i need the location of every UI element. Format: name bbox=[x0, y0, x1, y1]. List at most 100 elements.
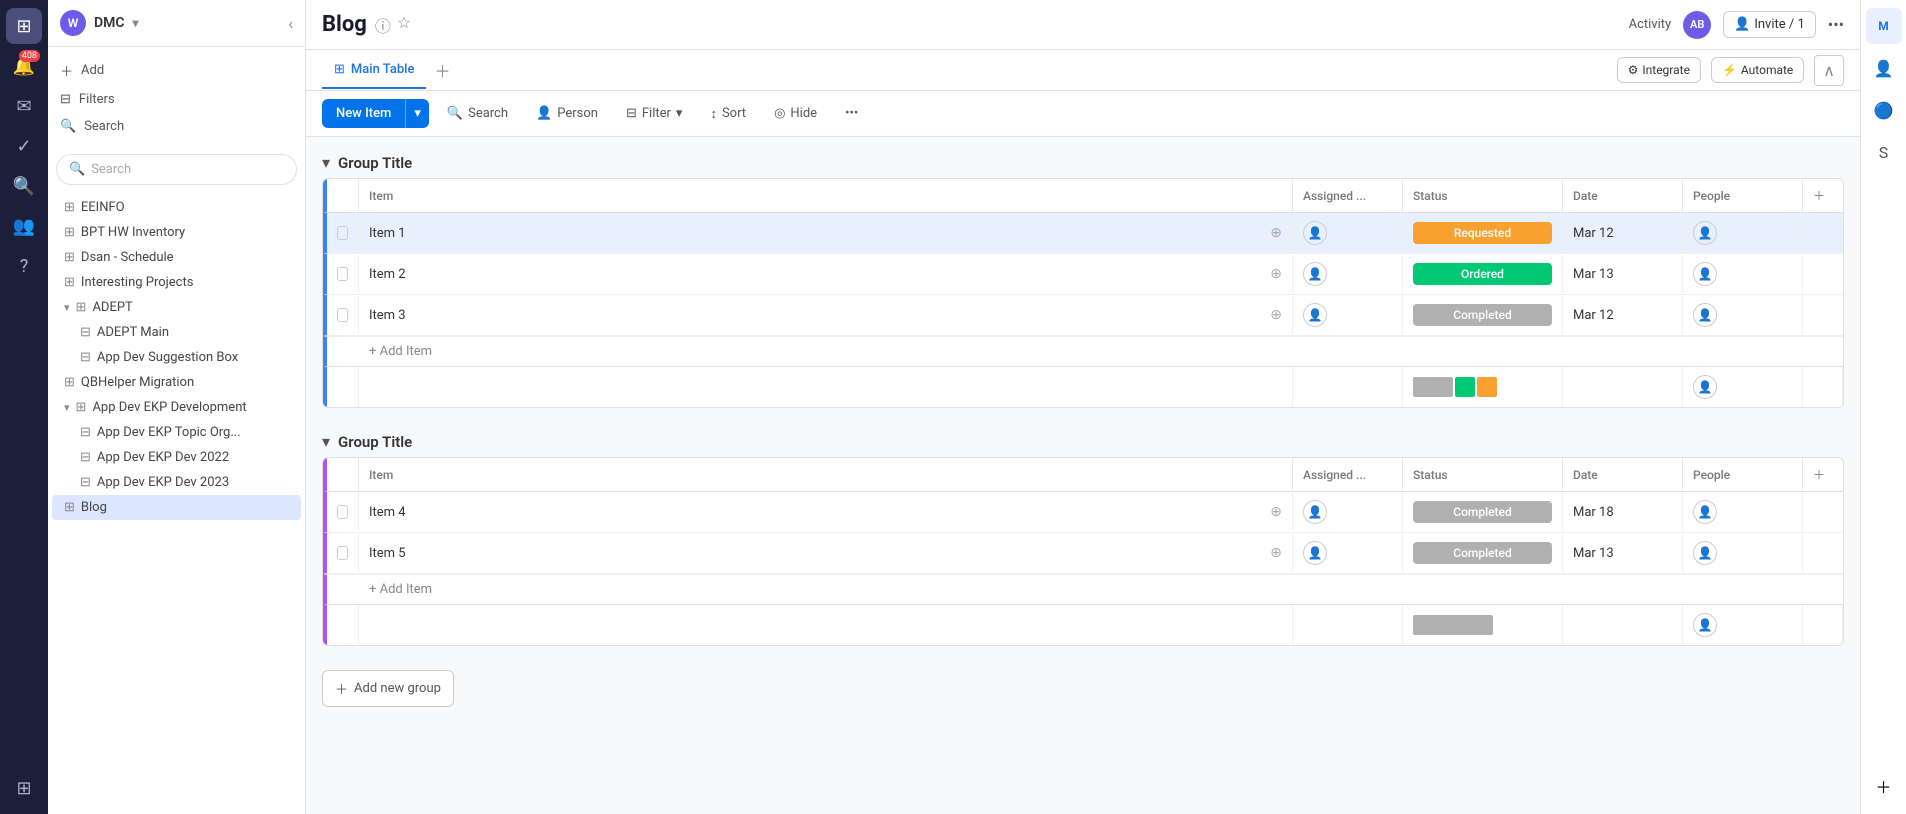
sidebar-search[interactable]: 🔍 Search bbox=[56, 154, 297, 185]
add-sub-item-icon[interactable]: ⊕ bbox=[1270, 225, 1282, 241]
group-2-title[interactable]: Group Title bbox=[338, 433, 412, 451]
sidebar-item-dsan[interactable]: ⊞ Dsan - Schedule bbox=[52, 245, 301, 270]
user-avatar[interactable]: AB bbox=[1683, 11, 1711, 39]
td-status[interactable]: Completed bbox=[1403, 534, 1563, 572]
td-date[interactable]: Mar 12 bbox=[1563, 214, 1683, 252]
td-people[interactable]: 👤 bbox=[1683, 213, 1803, 253]
new-item-button[interactable]: New Item ▾ bbox=[322, 99, 429, 128]
td-assigned[interactable]: 👤 bbox=[1293, 213, 1403, 253]
right-panel-icon-4[interactable]: S bbox=[1866, 134, 1902, 170]
star-icon[interactable]: ☆ bbox=[397, 13, 411, 37]
td-item-name[interactable]: Item 5 ⊕ bbox=[359, 534, 1293, 572]
add-item-row-2[interactable]: + Add Item bbox=[323, 574, 1843, 604]
info-icon[interactable]: ⓘ bbox=[375, 13, 391, 37]
td-people[interactable]: 👤 bbox=[1683, 295, 1803, 335]
more-options-button[interactable]: ••• bbox=[1828, 15, 1844, 34]
td-date[interactable]: Mar 12 bbox=[1563, 296, 1683, 334]
th-add-col[interactable]: ＋ bbox=[1803, 179, 1843, 212]
workspace-selector[interactable]: W DMC ▾ bbox=[60, 10, 139, 36]
person-button[interactable]: 👤 Person bbox=[526, 100, 608, 127]
rail-icon-people[interactable]: 👥 bbox=[6, 208, 42, 244]
td-checkbox[interactable] bbox=[327, 296, 359, 334]
activity-button[interactable]: Activity bbox=[1629, 17, 1672, 32]
avatar: 👤 bbox=[1303, 500, 1327, 524]
add-tab-button[interactable]: ＋ bbox=[426, 50, 458, 90]
td-date[interactable]: Mar 13 bbox=[1563, 534, 1683, 572]
th-add-col[interactable]: ＋ bbox=[1803, 458, 1843, 491]
sidebar-item-interesting[interactable]: ⊞ Interesting Projects bbox=[52, 270, 301, 295]
more-options-toolbar[interactable]: ••• bbox=[835, 100, 868, 127]
td-item-name[interactable]: Item 2 ⊕ bbox=[359, 255, 1293, 293]
td-item-name[interactable]: Item 4 ⊕ bbox=[359, 493, 1293, 531]
td-date[interactable]: Mar 13 bbox=[1563, 255, 1683, 293]
rail-icon-search[interactable]: 🔍 bbox=[6, 168, 42, 204]
sidebar-item-ekp-topic[interactable]: ⊟ App Dev EKP Topic Org... bbox=[52, 420, 301, 445]
add-sub-item-icon[interactable]: ⊕ bbox=[1270, 266, 1282, 282]
td-extra bbox=[1803, 493, 1843, 531]
td-checkbox[interactable] bbox=[327, 255, 359, 293]
sidebar-item-adept-main[interactable]: ⊟ ADEPT Main bbox=[52, 320, 301, 345]
rail-icon-home[interactable]: ⊞ bbox=[6, 8, 42, 44]
sidebar-item-blog[interactable]: ⊞ Blog bbox=[52, 495, 301, 520]
item-name-text: Item 3 bbox=[369, 308, 406, 323]
sort-button[interactable]: ↕ Sort bbox=[700, 100, 756, 128]
td-checkbox[interactable] bbox=[327, 214, 359, 252]
td-status[interactable]: Completed bbox=[1403, 296, 1563, 334]
search-button[interactable]: 🔍 Search bbox=[437, 100, 518, 127]
sidebar-item-ekp-2023[interactable]: ⊟ App Dev EKP Dev 2023 bbox=[52, 470, 301, 495]
rail-icon-inbox[interactable]: ✉ bbox=[6, 88, 42, 124]
td-people[interactable]: 👤 bbox=[1683, 254, 1803, 294]
sidebar-item-ekp-2022[interactable]: ⊟ App Dev EKP Dev 2022 bbox=[52, 445, 301, 470]
sidebar-item-adept-group[interactable]: ▾ ⊞ ADEPT bbox=[52, 295, 301, 320]
group-1-title[interactable]: Group Title bbox=[338, 154, 412, 172]
right-panel-icon-3[interactable]: 🔵 bbox=[1866, 92, 1902, 128]
rail-icon-notifications[interactable]: 🔔408 bbox=[6, 48, 42, 84]
add-item-row-1[interactable]: + Add Item bbox=[323, 336, 1843, 366]
td-assigned[interactable]: 👤 bbox=[1293, 492, 1403, 532]
td-assigned[interactable]: 👤 bbox=[1293, 295, 1403, 335]
collapse-button[interactable]: ∧ bbox=[1814, 55, 1844, 86]
sidebar-item-qbhelper[interactable]: ⊞ QBHelper Migration bbox=[52, 370, 301, 395]
tab-main-table[interactable]: ⊞ Main Table bbox=[322, 52, 426, 89]
hide-button[interactable]: ◎ Hide bbox=[764, 100, 827, 127]
add-sub-item-icon[interactable]: ⊕ bbox=[1270, 307, 1282, 323]
sidebar-item-eeinfo[interactable]: ⊞ EEINFO bbox=[52, 195, 301, 220]
td-assigned[interactable]: 👤 bbox=[1293, 254, 1403, 294]
td-people[interactable]: 👤 bbox=[1683, 533, 1803, 573]
search-action[interactable]: 🔍 Search bbox=[52, 113, 301, 140]
sidebar-item-bpt[interactable]: ⊞ BPT HW Inventory bbox=[52, 220, 301, 245]
add-sub-item-icon[interactable]: ⊕ bbox=[1270, 545, 1282, 561]
rail-icon-help[interactable]: ? bbox=[6, 248, 42, 284]
td-checkbox[interactable] bbox=[327, 493, 359, 531]
filter-button[interactable]: ⊟ Filter ▾ bbox=[616, 100, 693, 127]
add-group-icon: ＋ bbox=[335, 679, 348, 698]
td-checkbox[interactable] bbox=[327, 534, 359, 572]
td-status[interactable]: Requested bbox=[1403, 214, 1563, 252]
right-panel-icon-1[interactable]: M bbox=[1866, 8, 1902, 44]
rail-icon-grid[interactable]: ⊞ bbox=[6, 770, 42, 806]
td-people[interactable]: 👤 bbox=[1683, 492, 1803, 532]
integrate-button[interactable]: ⚙ Integrate bbox=[1617, 57, 1701, 83]
td-assigned[interactable]: 👤 bbox=[1293, 533, 1403, 573]
new-item-label: New Item bbox=[322, 99, 405, 128]
right-panel-icon-2[interactable]: 👤 bbox=[1866, 50, 1902, 86]
new-item-arrow[interactable]: ▾ bbox=[405, 99, 429, 128]
right-panel-add[interactable]: ＋ bbox=[1867, 766, 1899, 806]
sidebar-item-ekp-group[interactable]: ▾ ⊞ App Dev EKP Development bbox=[52, 395, 301, 420]
rail-icon-my-work[interactable]: ✓ bbox=[6, 128, 42, 164]
add-action[interactable]: ＋ Add bbox=[52, 55, 301, 86]
td-item-name[interactable]: Item 3 ⊕ bbox=[359, 296, 1293, 334]
td-status[interactable]: Ordered bbox=[1403, 255, 1563, 293]
td-status[interactable]: Completed bbox=[1403, 493, 1563, 531]
add-sub-item-icon[interactable]: ⊕ bbox=[1270, 504, 1282, 520]
td-date[interactable]: Mar 18 bbox=[1563, 493, 1683, 531]
group-1-collapse[interactable]: ▾ bbox=[322, 153, 330, 172]
automate-button[interactable]: ⚡ Automate bbox=[1711, 57, 1804, 83]
sidebar-collapse-btn[interactable]: ‹ bbox=[288, 14, 293, 33]
sidebar-item-app-dev-suggestion[interactable]: ⊟ App Dev Suggestion Box bbox=[52, 345, 301, 370]
invite-button[interactable]: 👤 Invite / 1 bbox=[1723, 11, 1816, 38]
filters-action[interactable]: ⊟ Filters bbox=[52, 86, 301, 113]
add-group-button[interactable]: ＋ Add new group bbox=[322, 670, 454, 707]
group-2-collapse[interactable]: ▾ bbox=[322, 432, 330, 451]
td-item-name[interactable]: Item 1 ⊕ bbox=[359, 214, 1293, 252]
